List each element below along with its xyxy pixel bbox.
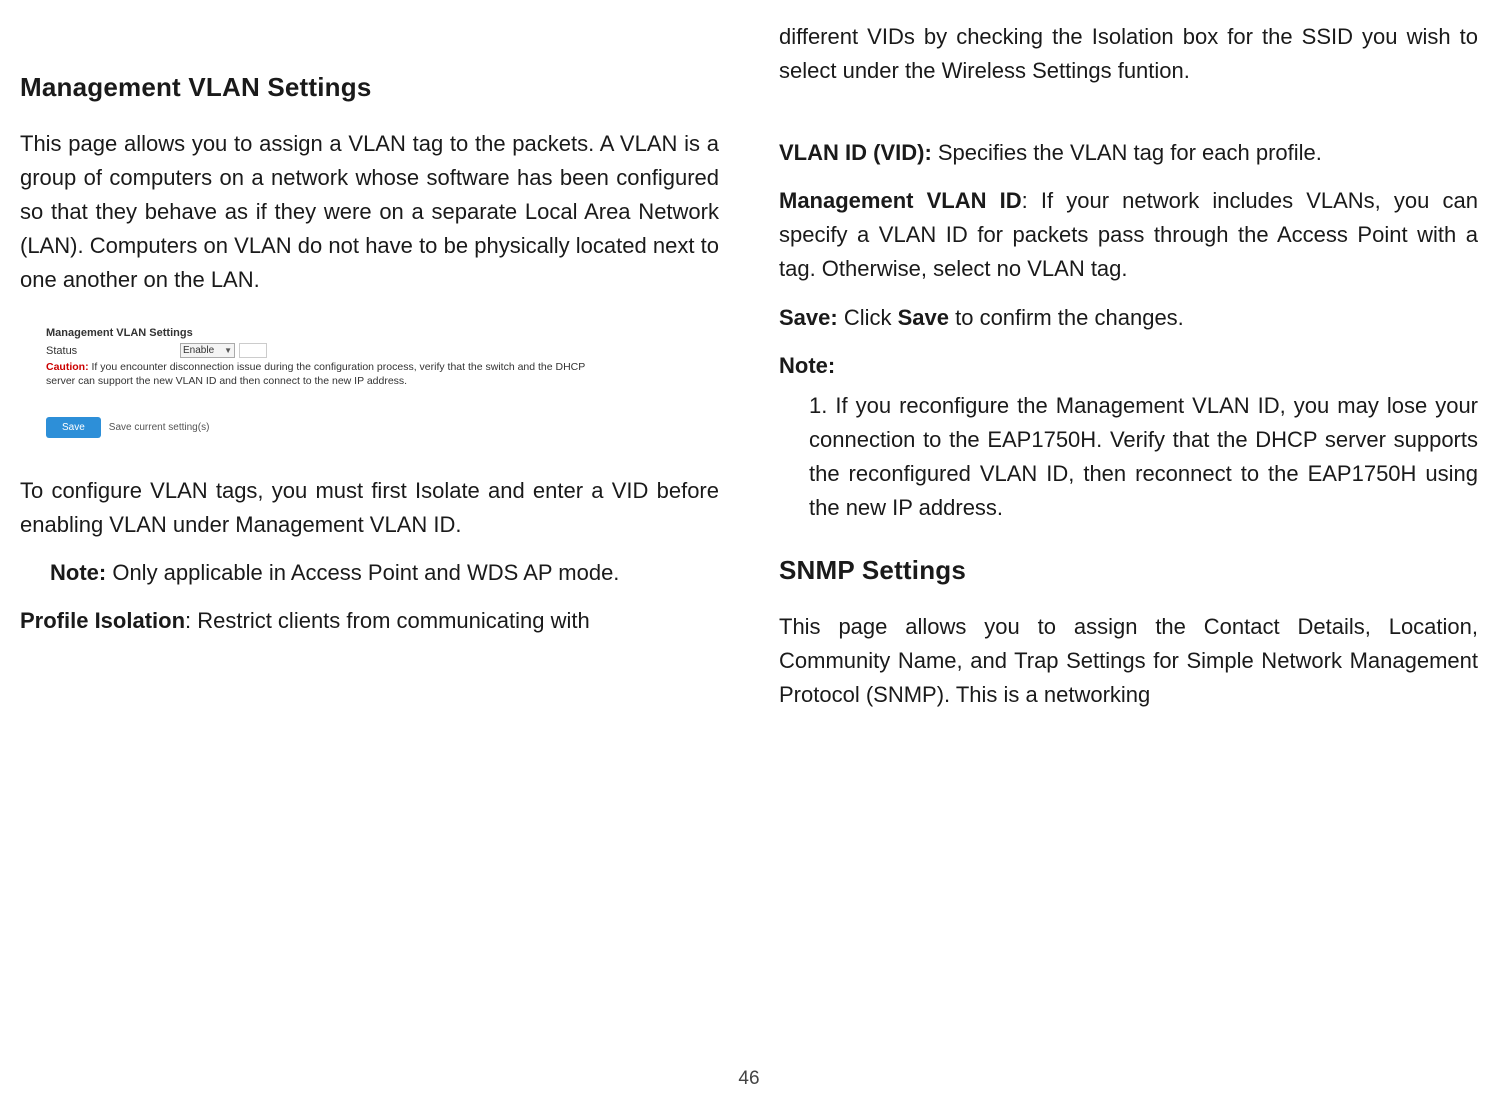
- vlan-settings-screenshot: Management VLAN Settings Status Enable ▼…: [40, 321, 600, 443]
- vlan-id-para: VLAN ID (VID): Specifies the VLAN tag fo…: [779, 136, 1478, 170]
- note-label: Note:: [50, 560, 106, 585]
- snmp-intro: This page allows you to assign the Conta…: [779, 610, 1478, 712]
- ss-status-row: Status Enable ▼: [46, 343, 594, 358]
- save-para: Save: Click Save to confirm the changes.: [779, 301, 1478, 335]
- note-text: Only applicable in Access Point and WDS …: [106, 560, 619, 585]
- left-column: Management VLAN Settings This page allow…: [20, 20, 719, 726]
- save-text-post: to confirm the changes.: [949, 305, 1184, 330]
- ss-caution-row: Caution: If you encounter disconnection …: [46, 361, 594, 388]
- ss-status-label: Status: [46, 345, 176, 357]
- vlan-id-label: VLAN ID (VID):: [779, 140, 932, 165]
- profile-isolation-continued: different VIDs by checking the Isolation…: [779, 20, 1478, 88]
- ss-vlan-input[interactable]: [239, 343, 267, 358]
- ap-mode-note: Note: Only applicable in Access Point an…: [20, 556, 719, 590]
- ss-save-row: Save Save current setting(s): [46, 417, 594, 438]
- profile-isolation-label: Profile Isolation: [20, 608, 185, 633]
- mgmt-vlan-id-label: Management VLAN ID: [779, 188, 1022, 213]
- page-number: 46: [738, 1068, 759, 1090]
- ss-panel-title: Management VLAN Settings: [46, 327, 594, 339]
- save-bold: Save: [898, 305, 949, 330]
- profile-isolation-text: : Restrict clients from communicating wi…: [185, 608, 590, 633]
- note-label-right: Note:: [779, 353, 835, 378]
- right-column: different VIDs by checking the Isolation…: [779, 20, 1478, 726]
- chevron-down-icon: ▼: [224, 346, 232, 355]
- mgmt-vlan-id-para: Management VLAN ID: If your network incl…: [779, 184, 1478, 286]
- ss-caution-text: Caution: If you encounter disconnection …: [46, 361, 594, 388]
- mgmt-vlan-heading: Management VLAN Settings: [20, 72, 719, 103]
- ss-caution-label: Caution:: [46, 361, 89, 373]
- profile-isolation-para: Profile Isolation: Restrict clients from…: [20, 604, 719, 638]
- note-heading: Note:: [779, 349, 1478, 383]
- ss-status-select[interactable]: Enable ▼: [180, 343, 235, 358]
- snmp-heading: SNMP Settings: [779, 555, 1478, 586]
- ss-save-button[interactable]: Save: [46, 417, 101, 438]
- mgmt-vlan-intro: This page allows you to assign a VLAN ta…: [20, 127, 719, 297]
- page-columns: Management VLAN Settings This page allow…: [20, 0, 1478, 726]
- ss-caution-body: If you encounter disconnection issue dur…: [46, 361, 585, 387]
- ss-status-value: Enable: [183, 345, 214, 356]
- vlan-id-text: Specifies the VLAN tag for each profile.: [932, 140, 1322, 165]
- save-label: Save:: [779, 305, 838, 330]
- ss-save-hint: Save current setting(s): [109, 422, 210, 433]
- config-instruction: To configure VLAN tags, you must first I…: [20, 474, 719, 542]
- note-item-1: 1. If you reconfigure the Management VLA…: [779, 389, 1478, 525]
- save-text-pre: Click: [838, 305, 898, 330]
